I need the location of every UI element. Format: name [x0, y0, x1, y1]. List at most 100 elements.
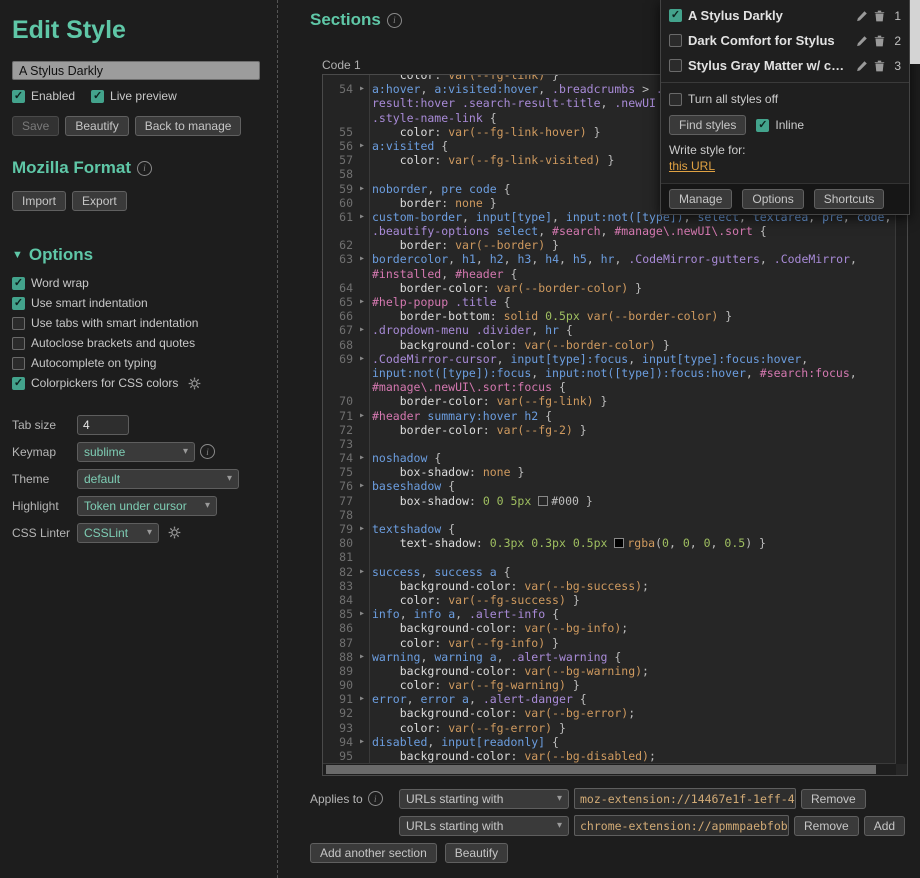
remove-button[interactable]: Remove [794, 816, 859, 836]
fold-arrow-icon[interactable]: ▸ [355, 352, 369, 366]
style-entry[interactable]: Dark Comfort for Stylus2 [661, 28, 909, 53]
delete-trash-icon[interactable] [874, 10, 885, 22]
back-to-manage-button[interactable]: Back to manage [135, 116, 242, 136]
code-line: .dropdown-menu .divider, hr { [369, 323, 907, 337]
checkbox-icon[interactable]: ✓ [12, 277, 25, 290]
field-label: CSS Linter [12, 526, 72, 540]
option-checkbox-use-smart-indentation[interactable]: ✓Use smart indentation [12, 296, 265, 310]
fold-arrow-icon[interactable]: ▸ [355, 451, 369, 465]
save-button[interactable]: Save [12, 116, 59, 136]
checkbox-icon[interactable] [669, 93, 682, 106]
fold-arrow-icon[interactable]: ▸ [355, 139, 369, 153]
option-checkbox-word-wrap[interactable]: ✓Word wrap [12, 276, 265, 290]
delete-trash-icon[interactable] [874, 60, 885, 72]
applies-to-row: URLs starting with▾chrome-extension://ap… [310, 815, 905, 836]
find-styles-button[interactable]: Find styles [669, 115, 746, 135]
field-keymap: Keymapsublime▾i [12, 441, 265, 462]
fold-arrow-icon[interactable]: ▸ [355, 252, 369, 266]
fold-arrow-icon[interactable]: ▸ [355, 210, 369, 224]
line-number: 65 [323, 295, 355, 309]
highlight-select[interactable]: Token under cursor▾ [77, 496, 217, 516]
code-row: 67▸.dropdown-menu .divider, hr { [323, 323, 907, 337]
checkbox-icon[interactable] [12, 317, 25, 330]
code-row: 93 color: var(--fg-error) } [323, 721, 907, 735]
write-style-target: this URL [661, 157, 909, 181]
turn-all-styles-off-checkbox[interactable]: Turn all styles off [661, 87, 909, 111]
checkbox-icon[interactable]: ✓ [12, 297, 25, 310]
delete-trash-icon[interactable] [874, 35, 885, 47]
linter-select[interactable]: CSSLint▾ [77, 523, 159, 543]
style-name: A Stylus Darkly [688, 8, 850, 23]
style-entry[interactable]: Stylus Gray Matter w/ com…3 [661, 53, 909, 78]
code-row: 64 border-color: var(--border-color) } [323, 281, 907, 295]
checkbox-icon[interactable]: ✓ [756, 119, 769, 132]
checkbox-icon[interactable]: ✓ [12, 377, 25, 390]
options-header[interactable]: ▼ Options [12, 245, 265, 265]
collapse-arrow-icon[interactable]: ▼ [12, 249, 23, 261]
gear-icon[interactable] [188, 377, 201, 390]
inline-checkbox[interactable]: ✓ Inline [756, 118, 804, 132]
enabled-checkbox[interactable]: ✓ Enabled [12, 89, 75, 103]
options-button[interactable]: Options [742, 189, 803, 209]
style-name-input[interactable] [12, 61, 260, 80]
line-number: 83 [323, 579, 355, 593]
fold-arrow-icon[interactable]: ▸ [355, 565, 369, 579]
fold-arrow-icon[interactable]: ▸ [355, 295, 369, 309]
fold-arrow-icon[interactable]: ▸ [355, 409, 369, 423]
chevron-down-icon: ▾ [147, 527, 152, 538]
fold-arrow-icon[interactable]: ▸ [355, 735, 369, 749]
fold-arrow-icon[interactable]: ▸ [355, 323, 369, 337]
beautify-sections-button[interactable]: Beautify [445, 843, 508, 863]
import-button[interactable]: Import [12, 191, 66, 211]
export-button[interactable]: Export [72, 191, 127, 211]
checkbox-icon[interactable]: ✓ [91, 90, 104, 103]
style-entry[interactable]: ✓A Stylus Darkly1 [661, 3, 909, 28]
fold-arrow-icon[interactable]: ▸ [355, 82, 369, 96]
edit-pencil-icon[interactable] [856, 60, 868, 72]
option-checkbox-autoclose-brackets-and-quotes[interactable]: Autoclose brackets and quotes [12, 336, 265, 350]
code-line [369, 550, 907, 564]
checkbox-icon[interactable] [12, 337, 25, 350]
applies-type-select[interactable]: URLs starting with▾ [399, 789, 569, 809]
option-checkbox-use-tabs-with-smart-indentation[interactable]: Use tabs with smart indentation [12, 316, 265, 330]
applies-value-input[interactable]: moz-extension://14467e1f-1eff-45a7- [574, 788, 796, 809]
edit-pencil-icon[interactable] [856, 10, 868, 22]
manage-button[interactable]: Manage [669, 189, 732, 209]
checkbox-icon[interactable] [12, 357, 25, 370]
edit-style-page: { "icons": {"check": "✓", "dropdown": "▾… [0, 0, 920, 878]
live-preview-checkbox[interactable]: ✓ Live preview [91, 89, 177, 103]
color-swatch-icon[interactable] [538, 496, 548, 506]
fold-arrow-icon[interactable]: ▸ [355, 607, 369, 621]
popup-scrollbar[interactable] [910, 0, 920, 64]
option-checkbox-autocomplete-on-typing[interactable]: Autocomplete on typing [12, 356, 265, 370]
remove-button[interactable]: Remove [801, 789, 866, 809]
checkbox-icon[interactable]: ✓ [12, 90, 25, 103]
shortcuts-button[interactable]: Shortcuts [814, 189, 885, 209]
scrollbar-thumb[interactable] [326, 765, 876, 774]
style-toggle-checkbox[interactable] [669, 59, 682, 72]
keymap-select[interactable]: sublime▾ [77, 442, 195, 462]
line-number: 60 [323, 196, 355, 210]
applies-type-select[interactable]: URLs starting with▾ [399, 816, 569, 836]
turn-all-styles-off-label: Turn all styles off [688, 92, 778, 106]
tabsize-input[interactable] [77, 415, 129, 435]
add-button[interactable]: Add [864, 816, 905, 836]
fold-arrow-icon[interactable]: ▸ [355, 479, 369, 493]
option-checkbox-colorpickers-for-css-colors[interactable]: ✓Colorpickers for CSS colors [12, 376, 265, 390]
style-toggle-checkbox[interactable] [669, 34, 682, 47]
fold-arrow-icon[interactable]: ▸ [355, 182, 369, 196]
style-toggle-checkbox[interactable]: ✓ [669, 9, 682, 22]
applies-value-input[interactable]: chrome-extension://apmmpaebfobifel [574, 815, 789, 836]
fold-arrow-icon[interactable]: ▸ [355, 692, 369, 706]
fold-arrow-icon[interactable]: ▸ [355, 522, 369, 536]
add-another-section-button[interactable]: Add another section [310, 843, 437, 863]
gear-icon[interactable] [168, 526, 181, 539]
this-url-link[interactable]: this URL [669, 159, 715, 173]
editor-horizontal-scrollbar[interactable] [323, 763, 896, 775]
edit-pencil-icon[interactable] [856, 35, 868, 47]
beautify-button[interactable]: Beautify [65, 116, 128, 136]
fold-arrow-icon[interactable]: ▸ [355, 650, 369, 664]
theme-select[interactable]: default▾ [77, 469, 239, 489]
color-swatch-icon[interactable] [614, 538, 624, 548]
chevron-down-icon: ▾ [205, 500, 210, 511]
